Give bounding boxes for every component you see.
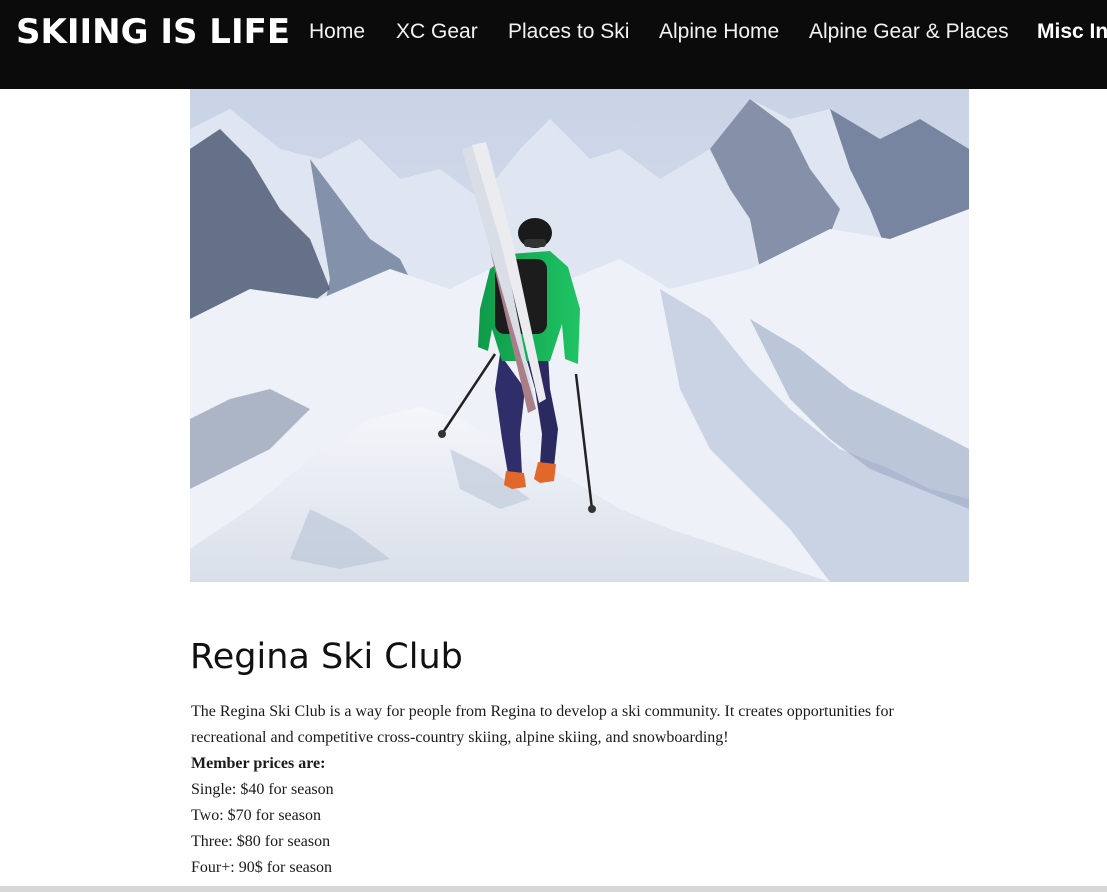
- nav-misc-info[interactable]: Misc In: [1037, 17, 1107, 47]
- skier-on-mountain-ridge-photo: [190, 89, 969, 582]
- club-description: The Regina Ski Club is a way for people …: [191, 699, 961, 881]
- intro-paragraph: The Regina Ski Club is a way for people …: [191, 703, 894, 746]
- prices-label: Member prices are:: [191, 755, 326, 772]
- page-title: Regina Ski Club: [190, 637, 463, 677]
- nav-places-to-ski[interactable]: Places to Ski: [508, 17, 629, 47]
- nav-alpine-home[interactable]: Alpine Home: [659, 17, 779, 47]
- hero-image: [190, 89, 969, 582]
- price-three: Three: $80 for season: [191, 833, 331, 850]
- price-single: Single: $40 for season: [191, 781, 334, 798]
- price-four-plus: Four+: 90$ for season: [191, 859, 333, 876]
- nav-home[interactable]: Home: [309, 17, 365, 47]
- main-nav: Home XC Gear Places to Ski Alpine Home A…: [0, 0, 1107, 64]
- top-navigation-bar: SKIING IS LIFE Home XC Gear Places to Sk…: [0, 0, 1107, 89]
- price-two: Two: $70 for season: [191, 807, 321, 824]
- bottom-divider: [0, 886, 1107, 892]
- nav-alpine-gear-places[interactable]: Alpine Gear & Places: [809, 17, 1009, 47]
- nav-xc-gear[interactable]: XC Gear: [396, 17, 478, 47]
